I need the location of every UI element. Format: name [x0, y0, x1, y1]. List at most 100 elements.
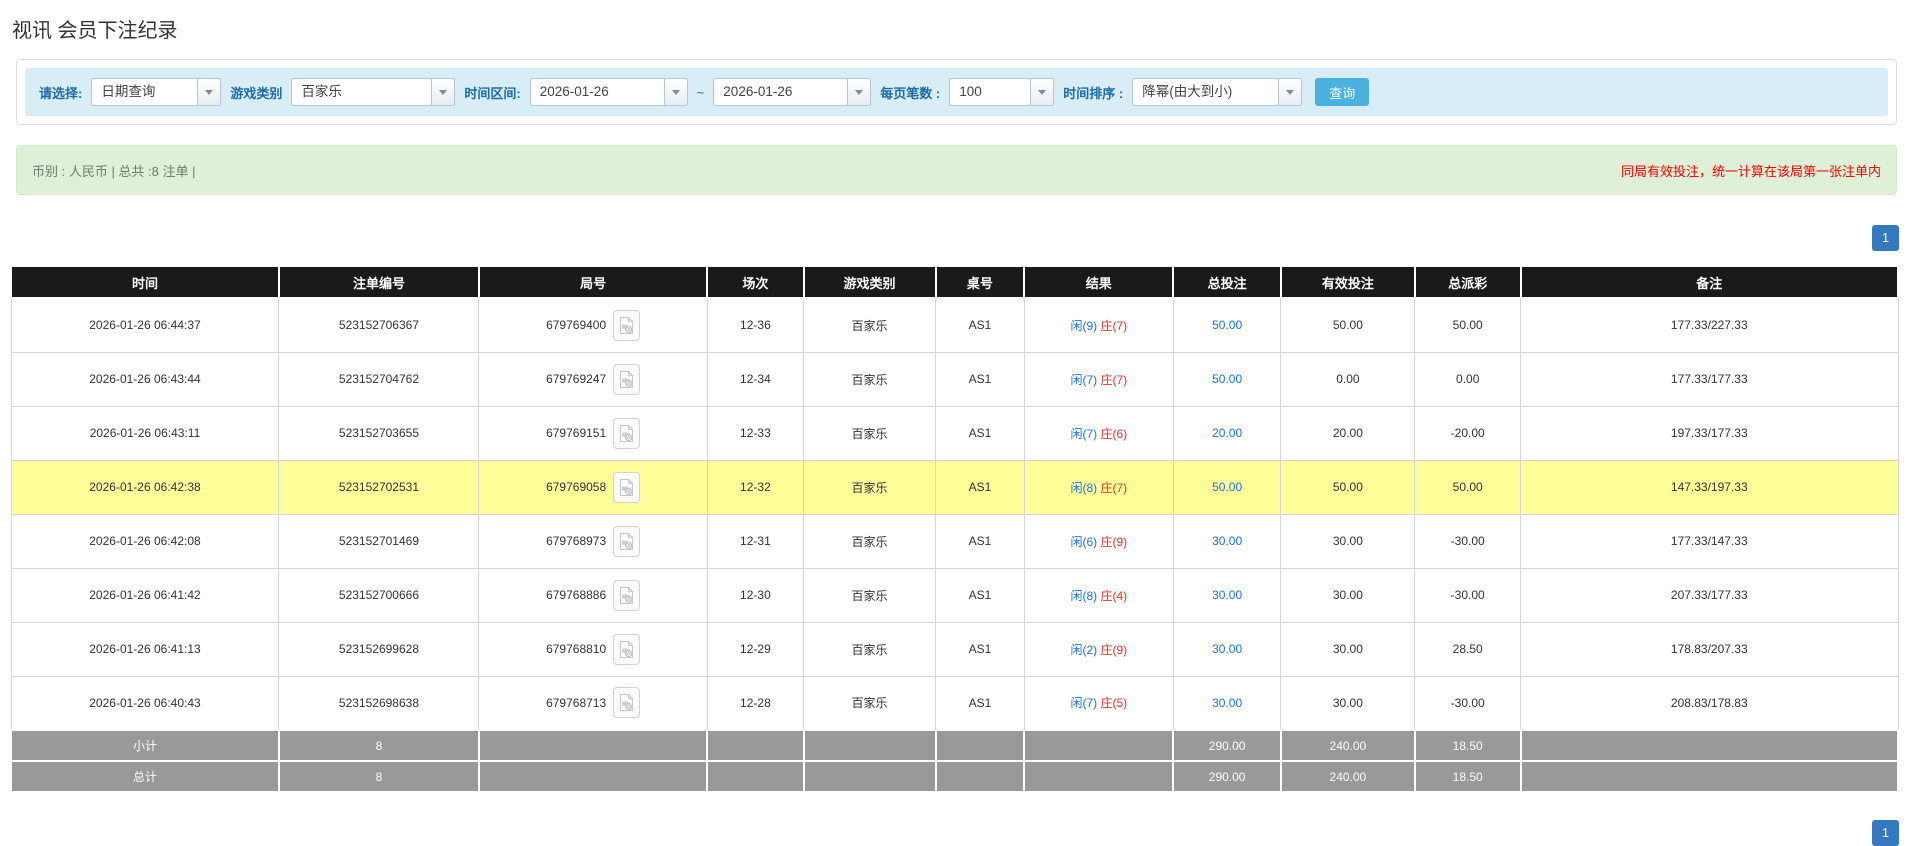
round-number: 679768973 — [546, 534, 607, 548]
cell-result: 闲(8) 庄(7) — [1023, 459, 1174, 515]
query-type-select[interactable]: 日期查询 — [91, 78, 222, 106]
cell-valid-bet: 30.00 — [1280, 513, 1416, 569]
video-file-icon[interactable] — [613, 687, 641, 719]
video-file-icon[interactable] — [613, 363, 641, 395]
cell-time: 2026-01-26 06:43:11 — [10, 405, 280, 461]
summary-bar: 币别 : 人民币 | 总共 :8 注单 | 同局有效投注，统一计算在该局第一张注… — [16, 145, 1897, 195]
round-number: 679769247 — [546, 372, 607, 386]
cell-valid-bet: 50.00 — [1280, 459, 1416, 515]
subtotal-row: 小计 8 290.00 240.00 18.50 — [10, 729, 1900, 762]
cell-result: 闲(7) 庄(7) — [1023, 351, 1174, 407]
chevron-down-icon[interactable] — [847, 79, 871, 105]
cell-bet-id: 523152702531 — [278, 459, 480, 515]
round-number: 679768713 — [546, 695, 607, 710]
page-1-button[interactable]: 1 — [1872, 225, 1899, 251]
chevron-down-icon[interactable] — [663, 79, 687, 105]
cell-time: 2026-01-26 06:41:13 — [10, 621, 280, 677]
table-row: 2026-01-26 06:43:44 523152704762 679769247… — [10, 351, 1899, 407]
column-header: 备注 — [1519, 265, 1900, 299]
cell-round-id: 679768713 — [478, 675, 708, 731]
total-row-cell-10 — [1519, 760, 1900, 793]
column-header: 游戏类别 — [802, 265, 937, 299]
cell-round-id: 679769058 — [478, 459, 708, 515]
cell-result: 闲(9) 庄(7) — [1023, 297, 1174, 353]
total-bet-link[interactable]: 30.00 — [1212, 696, 1242, 710]
column-header: 注单编号 — [277, 265, 480, 299]
video-file-icon[interactable] — [613, 633, 641, 665]
game-type-select[interactable]: 百家乐 — [291, 78, 456, 106]
video-file-icon[interactable] — [613, 525, 641, 557]
total-row-cell-0: 总计 — [10, 760, 280, 793]
column-header: 总派彩 — [1413, 265, 1522, 299]
result-player: 闲(7) — [1070, 426, 1098, 441]
cell-round-id: 679769247 — [478, 351, 708, 407]
table-row: 2026-01-26 06:42:38 523152702531 679769058… — [10, 459, 1899, 515]
cell-game-type: 百家乐 — [803, 297, 937, 353]
cell-result: 闲(8) 庄(4) — [1023, 567, 1174, 623]
cell-session: 12-31 — [706, 513, 805, 569]
total-row-cell-3 — [706, 760, 805, 793]
cell-session: 12-28 — [706, 675, 805, 731]
cell-note: 178.83/207.33 — [1520, 621, 1899, 677]
cell-table-no: AS1 — [935, 459, 1025, 515]
total-bet-link[interactable]: 30.00 — [1212, 642, 1242, 656]
column-header: 桌号 — [934, 265, 1026, 299]
cell-time: 2026-01-26 06:42:38 — [10, 459, 280, 515]
select-label: 请选择: — [39, 85, 83, 101]
result-player: 闲(9) — [1070, 318, 1098, 333]
total-bet-link[interactable]: 30.00 — [1212, 534, 1242, 548]
date-to-input[interactable]: 2026-01-26 — [713, 78, 872, 106]
search-button[interactable]: 查询 — [1315, 78, 1370, 106]
cell-game-type: 百家乐 — [803, 621, 937, 677]
column-header: 总投注 — [1172, 265, 1282, 299]
total-row: 总计 8 290.00 240.00 18.50 — [10, 760, 1900, 793]
cell-payout: 50.00 — [1414, 459, 1522, 515]
date-to-value: 2026-01-26 — [723, 84, 793, 99]
video-file-icon[interactable] — [613, 309, 641, 341]
sort-order-select[interactable]: 降幂(由大到小) — [1132, 78, 1303, 106]
cell-round-id: 679768810 — [478, 621, 708, 677]
cell-note: 197.33/177.33 — [1520, 405, 1899, 461]
video-file-icon[interactable] — [613, 579, 641, 611]
total-bet-link[interactable]: 50.00 — [1212, 372, 1242, 386]
chevron-down-icon[interactable] — [1030, 79, 1054, 105]
column-header: 时间 — [10, 265, 280, 299]
result-banker: 庄(7) — [1100, 318, 1128, 333]
video-file-icon[interactable] — [613, 471, 641, 503]
cell-bet-id: 523152699628 — [278, 621, 480, 677]
cell-result: 闲(2) 庄(9) — [1023, 621, 1174, 677]
result-banker: 庄(9) — [1100, 642, 1128, 657]
result-player: 闲(6) — [1070, 534, 1098, 549]
cell-note: 177.33/177.33 — [1520, 351, 1899, 407]
video-file-icon[interactable] — [613, 417, 641, 449]
page-content: 视讯 会员下注纪录 请选择: 日期查询 游戏类别 百家乐 时间区间: 2026-… — [0, 0, 1911, 846]
chevron-down-icon[interactable] — [197, 79, 221, 105]
cell-session: 12-33 — [706, 405, 805, 461]
cell-round-id: 679768886 — [478, 567, 708, 623]
total-bet-link[interactable]: 30.00 — [1212, 588, 1242, 602]
cell-bet-id: 523152701469 — [278, 513, 480, 569]
cell-total-bet: 30.00 — [1172, 675, 1282, 731]
page-1-button[interactable]: 1 — [1872, 820, 1899, 846]
cell-valid-bet: 0.00 — [1280, 351, 1416, 407]
date-from-input[interactable]: 2026-01-26 — [529, 78, 688, 106]
cell-note: 177.33/147.33 — [1520, 513, 1899, 569]
cell-time: 2026-01-26 06:42:08 — [10, 513, 280, 569]
currency-total-text: 币别 : 人民币 | 总共 :8 注单 | — [32, 163, 196, 179]
total-bet-link[interactable]: 20.00 — [1212, 426, 1242, 440]
chevron-down-icon[interactable] — [431, 79, 455, 105]
cell-time: 2026-01-26 06:44:37 — [10, 297, 280, 353]
table-row: 2026-01-26 06:41:42 523152700666 679768886… — [10, 567, 1899, 623]
total-bet-link[interactable]: 50.00 — [1212, 318, 1242, 332]
round-number: 679768810 — [546, 642, 607, 656]
cell-valid-bet: 30.00 — [1280, 621, 1416, 677]
cell-bet-id: 523152700666 — [278, 567, 480, 623]
chevron-down-icon[interactable] — [1278, 79, 1302, 105]
result-player: 闲(7) — [1070, 696, 1098, 711]
subtotal-row-cell-8: 240.00 — [1279, 729, 1416, 762]
sort-label: 时间排序 : — [1063, 85, 1124, 101]
column-header: 场次 — [706, 265, 805, 299]
total-bet-link[interactable]: 50.00 — [1212, 480, 1242, 494]
cell-session: 12-34 — [706, 351, 805, 407]
page-size-select[interactable]: 100 — [949, 78, 1055, 106]
